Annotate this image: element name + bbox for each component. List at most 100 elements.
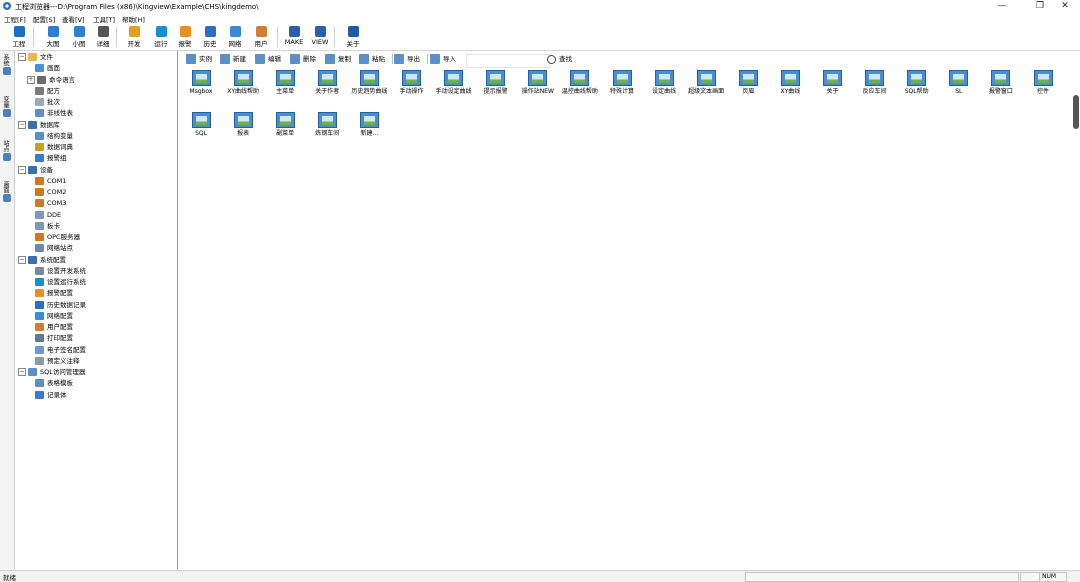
screen-tile[interactable]: 副菜单 <box>265 112 305 138</box>
screen-tile[interactable]: 炼钢车间 <box>307 112 347 138</box>
screen-tile[interactable]: 温控曲线帮助 <box>560 70 600 96</box>
screen-tile[interactable]: Msgbox <box>181 70 221 96</box>
close-button[interactable]: ✕ <box>1050 0 1080 13</box>
tree-node[interactable]: 网络配置 <box>35 311 73 322</box>
screen-tile[interactable]: 设定曲线 <box>644 70 684 96</box>
tree-node[interactable]: 结构变量 <box>35 131 73 142</box>
screen-tile[interactable]: 操作站NEW <box>518 70 558 96</box>
collapse-icon[interactable]: − <box>18 120 26 129</box>
project-tree[interactable]: − 文件 画面 + 命令语言 配方 批次 非线性表 − 数据库 结构变量 数据词典 报警组 − 设备 COM1… <box>15 51 178 569</box>
copy-button[interactable]: 复制 <box>325 53 351 65</box>
collapse-icon[interactable]: − <box>18 368 26 376</box>
menu-config[interactable]: 配置[S] <box>33 14 55 24</box>
import-button[interactable]: 导入 <box>430 53 456 65</box>
tree-node[interactable]: COM3 <box>35 198 66 209</box>
toolbar-about-button[interactable]: 关于 <box>340 26 366 50</box>
toolbar-user-button[interactable]: 用户 <box>248 26 274 50</box>
screen-tile[interactable]: 关于 <box>813 70 853 96</box>
tree-node[interactable]: − SQL访问管理器 <box>18 367 85 378</box>
tree-node[interactable]: 历史数据记录 <box>35 300 86 311</box>
menu-view[interactable]: 查看[V] <box>62 14 85 24</box>
tree-node[interactable]: DDE <box>35 210 61 221</box>
side-tab-2[interactable]: 站点 <box>2 140 12 162</box>
tree-node[interactable]: 记录体 <box>35 390 67 401</box>
screen-tile[interactable]: 特殊计算 <box>602 70 642 96</box>
tree-node[interactable]: + 命令语言 <box>27 75 75 86</box>
tree-node[interactable]: − 数据库 <box>18 120 60 131</box>
screen-tile[interactable]: SQL帮助 <box>897 70 937 96</box>
collapse-icon[interactable]: − <box>18 255 26 264</box>
toolbar-run-button[interactable]: 运行 <box>148 26 174 50</box>
tree-node[interactable]: 设置开发系统 <box>35 266 86 277</box>
minimize-button[interactable]: — <box>987 0 1017 13</box>
screen-tile[interactable]: SQL <box>181 112 221 138</box>
side-tab-3[interactable]: 画面 <box>2 181 12 203</box>
screen-tile[interactable]: 超级文本画面 <box>686 70 726 96</box>
side-tab-1[interactable]: 变量 <box>2 96 12 118</box>
screen-tile[interactable]: XY曲线 <box>770 70 810 96</box>
tree-node[interactable]: 数据词典 <box>35 142 73 153</box>
tree-node[interactable]: 设置运行系统 <box>35 277 86 288</box>
edit-button[interactable]: 编辑 <box>255 53 281 65</box>
screen-tile[interactable]: 手动操作 <box>392 70 432 96</box>
tree-node[interactable]: − 系统配置 <box>18 255 66 266</box>
collapse-icon[interactable]: − <box>18 165 26 174</box>
toolbar-details-button[interactable]: 详细 <box>90 26 116 50</box>
tree-node[interactable]: 用户配置 <box>35 322 73 333</box>
filter-input[interactable] <box>466 54 550 68</box>
screen-tile[interactable]: 手动设定曲线 <box>434 70 474 96</box>
tree-node[interactable]: 非线性表 <box>35 108 73 119</box>
menu-help[interactable]: 帮助[H] <box>122 14 145 24</box>
tree-node[interactable]: 网络站点 <box>35 243 73 254</box>
screen-tile[interactable]: 关于作者 <box>307 70 347 96</box>
tree-node[interactable]: − 文件 <box>18 52 53 63</box>
tree-node[interactable]: 报警配置 <box>35 288 73 299</box>
instance-button[interactable]: 实例 <box>186 53 212 65</box>
screen-tile[interactable]: 历史趋势曲线 <box>349 70 389 96</box>
expand-icon[interactable]: + <box>27 75 35 84</box>
toolbar-develop-button[interactable]: 开发 <box>121 26 147 50</box>
tree-node[interactable]: 画面 <box>35 63 60 74</box>
screen-tile[interactable]: 反应车间 <box>855 70 895 96</box>
toolbar-project-button[interactable]: 工程 <box>6 26 32 50</box>
screen-tile[interactable]: 主菜单 <box>265 70 305 96</box>
menu-project[interactable]: 工程[F] <box>4 14 26 24</box>
screen-tile[interactable]: 页眉 <box>728 70 768 96</box>
screen-tile[interactable]: SL <box>939 70 979 96</box>
tree-node[interactable]: 预定义注释 <box>35 356 80 367</box>
tree-node[interactable]: 配方 <box>35 86 60 97</box>
toolbar-history-button[interactable]: 历史 <box>197 26 223 50</box>
tree-node[interactable]: COM2 <box>35 187 66 198</box>
side-tab-0[interactable]: 系统 <box>2 54 12 76</box>
tree-node[interactable]: − 设备 <box>18 165 53 176</box>
toolbar-smalls-icon-button[interactable]: 小图 <box>66 26 92 50</box>
toolbar-network-button[interactable]: 网络 <box>222 26 248 50</box>
toolbar-make-button[interactable]: MAKE <box>281 26 307 50</box>
screen-tile[interactable]: XY曲线帮助 <box>223 70 263 96</box>
screen-tile[interactable]: 报警窗口 <box>981 70 1021 96</box>
screen-tile[interactable]: 控件 <box>1023 70 1063 96</box>
toolbar-larges-icon-button[interactable]: 大图 <box>40 26 66 50</box>
tree-node[interactable]: 报警组 <box>35 153 67 164</box>
search-button[interactable]: 查找 <box>547 53 572 65</box>
paste-button[interactable]: 粘贴 <box>359 53 385 65</box>
menu-tools[interactable]: 工具[T] <box>93 14 115 24</box>
export-button[interactable]: 导出 <box>394 53 420 65</box>
toolbar-view-button[interactable]: VIEW <box>307 26 333 50</box>
tree-node[interactable]: 电子签名配置 <box>35 345 86 356</box>
tree-node[interactable]: COM1 <box>35 176 66 187</box>
collapse-icon[interactable]: − <box>18 53 26 61</box>
delete-button[interactable]: 删除 <box>290 53 316 65</box>
tree-node[interactable]: 批次 <box>35 97 60 108</box>
tree-node[interactable]: OPC服务器 <box>35 232 80 243</box>
screen-tile[interactable]: 新建... <box>349 112 389 138</box>
tree-node[interactable]: 打印配置 <box>35 333 73 344</box>
screen-tile[interactable]: 提示报警 <box>476 70 516 96</box>
screen-tile[interactable]: 报表 <box>223 112 263 138</box>
tree-node[interactable]: 表格模板 <box>35 378 73 389</box>
new-button[interactable]: 新建 <box>220 53 246 65</box>
tree-node[interactable]: 板卡 <box>35 221 60 232</box>
vertical-scrollbar[interactable] <box>1073 95 1079 129</box>
variable-tab-icon <box>3 109 11 117</box>
toolbar-alarm-button[interactable]: 报警 <box>172 26 198 50</box>
